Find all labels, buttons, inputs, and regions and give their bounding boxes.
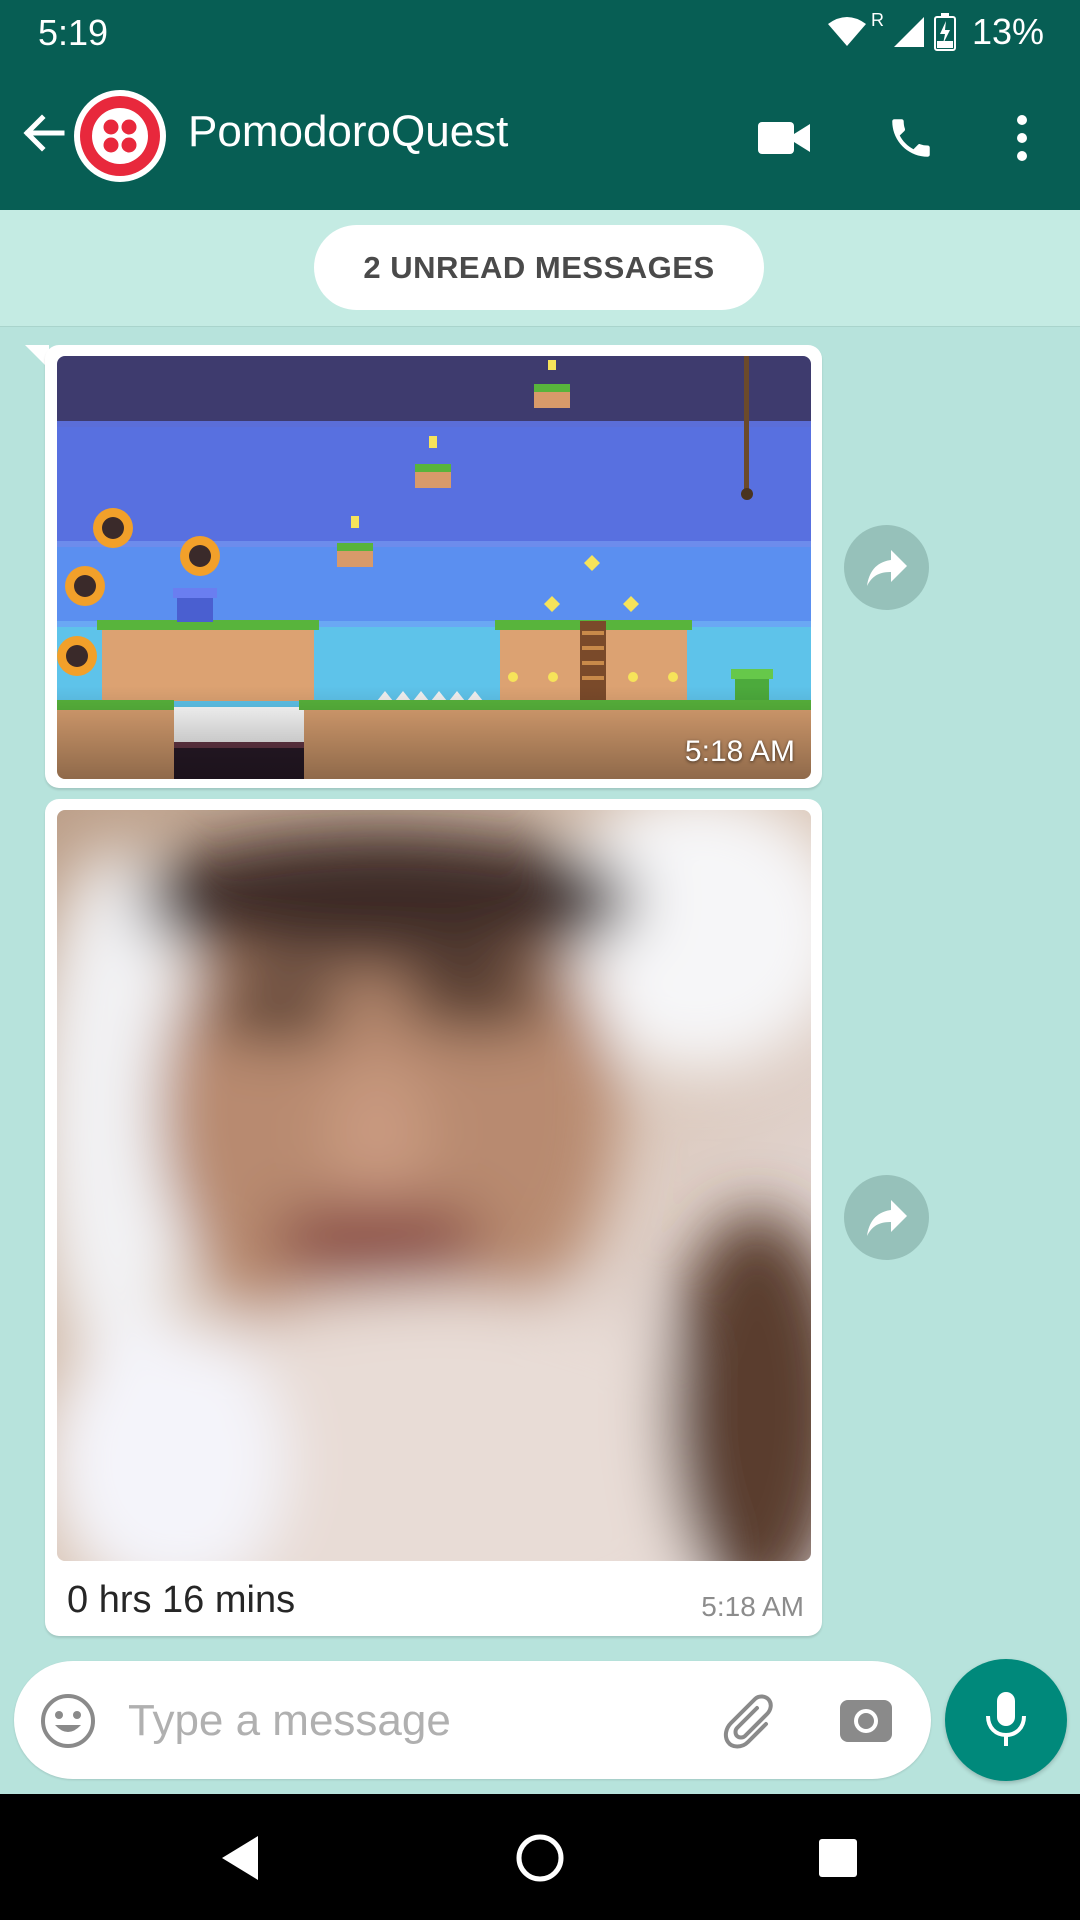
- back-arrow-icon: [23, 114, 65, 152]
- status-bar: 5:19 R 13%: [0, 0, 1080, 63]
- forward-share-icon: [866, 549, 907, 586]
- chat-header: PomodoroQuest: [0, 63, 1080, 210]
- more-options-button[interactable]: [987, 103, 1057, 173]
- message-time: 5:18 AM: [701, 1591, 804, 1622]
- contact-avatar[interactable]: [74, 90, 166, 182]
- battery-percent: 13%: [971, 11, 1044, 52]
- camera-button[interactable]: [836, 1690, 896, 1750]
- forward-share-icon: [866, 1199, 907, 1236]
- unread-banner: 2 UNREAD MESSAGES: [0, 210, 1080, 327]
- more-vert-icon: [1017, 115, 1027, 161]
- message-bubble-image-caption[interactable]: 0 hrs 16 mins 5:18 AM: [45, 799, 822, 1636]
- microphone-icon: [986, 1692, 1026, 1746]
- signal-icon: [893, 17, 924, 47]
- recents-square-icon: [819, 1839, 857, 1877]
- unread-messages-pill: 2 UNREAD MESSAGES: [314, 225, 764, 310]
- system-nav-bar: [0, 1794, 1080, 1920]
- message-time: 5:18 AM: [684, 735, 795, 768]
- photo-image[interactable]: [57, 810, 811, 1561]
- roaming-indicator: R: [870, 9, 884, 30]
- status-time: 5:19: [38, 12, 109, 53]
- paperclip-icon: [723, 1694, 773, 1749]
- camera-icon: [840, 1700, 892, 1742]
- back-button[interactable]: [14, 103, 74, 163]
- message-input[interactable]: [126, 1685, 690, 1757]
- game-screenshot-image[interactable]: 5:18 AM: [57, 356, 811, 779]
- voice-call-button[interactable]: [876, 103, 946, 173]
- video-call-button[interactable]: [749, 103, 819, 173]
- wifi-icon: [827, 17, 866, 46]
- forward-button[interactable]: [844, 525, 929, 610]
- app-logo-icon: [80, 96, 160, 176]
- battery-charging-icon: [933, 13, 956, 51]
- chat-title[interactable]: PomodoroQuest: [188, 107, 508, 157]
- status-indicators: R 13%: [827, 10, 1044, 54]
- nav-home-button[interactable]: [502, 1820, 578, 1896]
- attach-button[interactable]: [722, 1690, 782, 1750]
- message-composer: [14, 1661, 931, 1779]
- blurred-photo: [57, 810, 811, 1561]
- platformer-scene: [57, 356, 811, 779]
- back-triangle-icon: [222, 1836, 258, 1880]
- emoji-button[interactable]: [38, 1691, 98, 1751]
- voice-record-button[interactable]: [945, 1659, 1067, 1781]
- nav-recents-button[interactable]: [800, 1820, 876, 1896]
- message-bubble-image[interactable]: 5:18 AM: [45, 345, 822, 788]
- message-caption: 0 hrs 16 mins: [67, 1579, 296, 1621]
- emoji-icon: [41, 1694, 95, 1748]
- nav-back-button[interactable]: [202, 1820, 278, 1896]
- home-circle-icon: [516, 1834, 564, 1882]
- video-call-icon: [758, 122, 810, 154]
- voice-call-icon: [892, 119, 930, 157]
- forward-button[interactable]: [844, 1175, 929, 1260]
